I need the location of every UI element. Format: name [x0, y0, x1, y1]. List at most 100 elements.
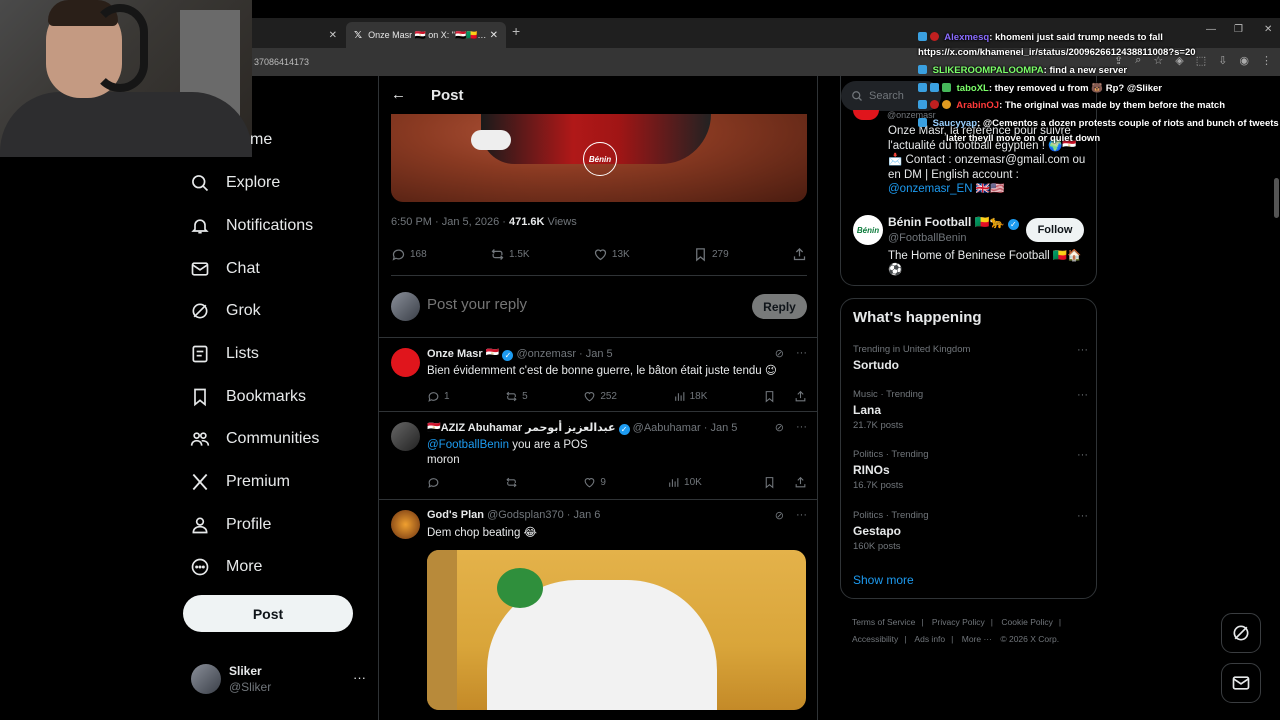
reply-image[interactable] — [427, 550, 806, 710]
verified-icon: ✓ — [618, 424, 630, 435]
reply-header: God's Plan @Godsplan370 · Jan 6 — [427, 509, 600, 521]
footer-link[interactable]: Terms of Service — [852, 617, 915, 627]
avatar — [391, 292, 420, 321]
trend-item[interactable]: Trending in United Kingdom Sortudo ··· — [853, 344, 1088, 372]
grok-fab[interactable] — [1221, 613, 1261, 653]
messages-fab[interactable] — [1221, 663, 1261, 703]
reply-button[interactable]: Reply — [752, 294, 807, 319]
nav-communities[interactable]: Communities — [190, 429, 319, 449]
follow-button[interactable]: Follow — [1026, 218, 1084, 242]
share-action[interactable] — [792, 247, 807, 262]
nav-lists[interactable]: Lists — [190, 344, 259, 364]
reply-author[interactable]: God's Plan — [427, 509, 484, 521]
share-icon[interactable] — [794, 390, 807, 403]
more-circle-icon — [191, 558, 209, 576]
nav-explore[interactable]: Explore — [190, 173, 280, 193]
nav-profile[interactable]: Profile — [190, 515, 271, 535]
post-button[interactable]: Post — [183, 595, 353, 632]
more-dots-icon[interactable]: ··· — [1077, 344, 1088, 356]
more-dots-icon[interactable]: ··· — [796, 509, 807, 522]
post-actions: 168 1.5K 13K 279 — [391, 247, 807, 276]
nav-label: Lists — [226, 345, 259, 362]
post-image[interactable]: Bénin — [391, 114, 807, 202]
more-dots-icon[interactable]: ··· — [796, 421, 807, 434]
more-dots-icon[interactable]: ··· — [796, 347, 807, 360]
browser-tab[interactable]: ✕ — [250, 22, 345, 48]
nav-home[interactable]: me — [250, 131, 272, 149]
nav-label: Grok — [226, 302, 261, 319]
nav-label: Bookmarks — [226, 388, 307, 405]
trend-count: 160K posts — [853, 541, 901, 552]
share-icon[interactable] — [794, 476, 807, 489]
chat-message: SLIKEROOMPALOOMPA: find a new server — [918, 65, 1127, 76]
browser-menu-icon[interactable]: ⋮ — [1261, 54, 1272, 67]
chat-message: later theyll move on or quiet down — [946, 133, 1100, 144]
nav-chat[interactable]: Chat — [190, 259, 260, 279]
list-item[interactable]: Onze Masr 🇪🇬 ✓ @onzemasr · Jan 5 ⊘ ··· B… — [379, 338, 817, 412]
mention-link[interactable]: @onzemasr_EN 🇬🇧🇺🇸 — [888, 183, 1004, 195]
restore-icon[interactable]: ❐ — [1234, 24, 1243, 35]
trend-item[interactable]: Politics · Trending Gestapo 160K posts ·… — [853, 510, 1088, 552]
profile-name: Bénin Football 🇧🇯🐆 ✓ — [888, 215, 1019, 230]
bookmark-action[interactable]: 279 — [693, 247, 729, 262]
nav-more[interactable]: More — [190, 557, 262, 577]
views-action[interactable]: 18K — [673, 390, 707, 403]
reply-author[interactable]: Onze Masr 🇪🇬 — [427, 348, 499, 360]
close-window-icon[interactable]: ✕ — [1264, 24, 1272, 35]
webcam-overlay — [0, 0, 252, 157]
profile-avatar-icon[interactable]: ◉ — [1239, 54, 1249, 67]
reply-input[interactable] — [427, 296, 727, 313]
list-item[interactable]: 🇪🇬AZIZ Abuhamar عبدالعزيز أبوحمر ✓ @Aabu… — [379, 412, 817, 500]
more-dots-icon[interactable]: ··· — [353, 670, 366, 685]
close-icon[interactable]: ✕ — [490, 30, 498, 41]
grok-icon[interactable]: ⊘ — [775, 509, 784, 522]
nav-grok[interactable]: Grok — [190, 301, 261, 321]
grok-icon[interactable]: ⊘ — [775, 421, 784, 434]
bookmark-icon[interactable] — [763, 390, 776, 403]
bookmark-icon[interactable] — [763, 476, 776, 489]
section-title: What's happening — [853, 309, 982, 326]
account-switcher[interactable]: Sliker @Sliker ··· — [191, 662, 366, 696]
trend-item[interactable]: Politics · Trending RINOs 16.7K posts ··… — [853, 449, 1088, 491]
trend-item[interactable]: Music · Trending Lana 21.7K posts ··· — [853, 389, 1088, 431]
footer-link[interactable]: More ··· — [962, 634, 992, 644]
new-tab-icon[interactable]: + — [512, 23, 520, 39]
back-arrow-icon[interactable]: ← — [391, 86, 406, 103]
like-action[interactable]: 13K — [593, 247, 630, 262]
nav-notifications[interactable]: Notifications — [190, 216, 313, 236]
reply-action[interactable]: 168 — [391, 247, 427, 262]
download-icon[interactable]: ⇩ — [1218, 54, 1227, 67]
footer-link[interactable]: Accessibility — [852, 634, 898, 644]
mention-link[interactable]: @FootballBenin — [427, 439, 509, 451]
communities-icon — [190, 432, 210, 446]
comment-icon — [392, 249, 405, 261]
show-more-link[interactable]: Show more — [853, 573, 914, 587]
repost-action[interactable]: 1.5K — [490, 247, 530, 262]
footer-link[interactable]: Ads info — [914, 634, 945, 644]
reply-action[interactable]: 1 — [427, 390, 450, 403]
close-icon[interactable]: ✕ — [329, 30, 337, 41]
views-action[interactable]: 10K — [667, 476, 702, 489]
footer-link[interactable]: Cookie Policy — [1001, 617, 1053, 627]
scrollbar[interactable] — [1274, 178, 1279, 218]
reply-extra — [763, 476, 807, 489]
grok-icon[interactable]: ⊘ — [775, 347, 784, 360]
trends-card: What's happening Trending in United King… — [840, 298, 1097, 599]
post-meta: 6:50 PM · Jan 5, 2026 · 471.6K Views — [391, 216, 577, 228]
more-dots-icon[interactable]: ··· — [1077, 389, 1088, 401]
repost-action[interactable] — [505, 476, 522, 489]
like-action[interactable]: 9 — [583, 476, 606, 489]
more-dots-icon[interactable]: ··· — [1077, 510, 1088, 522]
footer-link[interactable]: Privacy Policy — [932, 617, 985, 627]
like-action[interactable]: 252 — [583, 390, 617, 403]
reply-author[interactable]: 🇪🇬AZIZ Abuhamar عبدالعزيز أبوحمر — [427, 422, 616, 434]
more-dots-icon[interactable]: ··· — [1077, 449, 1088, 461]
main-column: ← Post Bénin 6:50 PM · Jan 5, 2026 · 471… — [378, 76, 818, 720]
extensions-icon[interactable]: ⬚ — [1196, 54, 1206, 67]
nav-bookmarks[interactable]: Bookmarks — [190, 387, 306, 407]
browser-tab-active[interactable]: 𝕏 Onze Masr 🇪🇬 on X: "🇪🇬🇧🇯… ✕ — [346, 22, 506, 48]
reply-action[interactable] — [427, 476, 444, 489]
minimize-icon[interactable]: — — [1206, 24, 1216, 35]
nav-premium[interactable]: Premium — [190, 472, 290, 492]
repost-action[interactable]: 5 — [505, 390, 528, 403]
